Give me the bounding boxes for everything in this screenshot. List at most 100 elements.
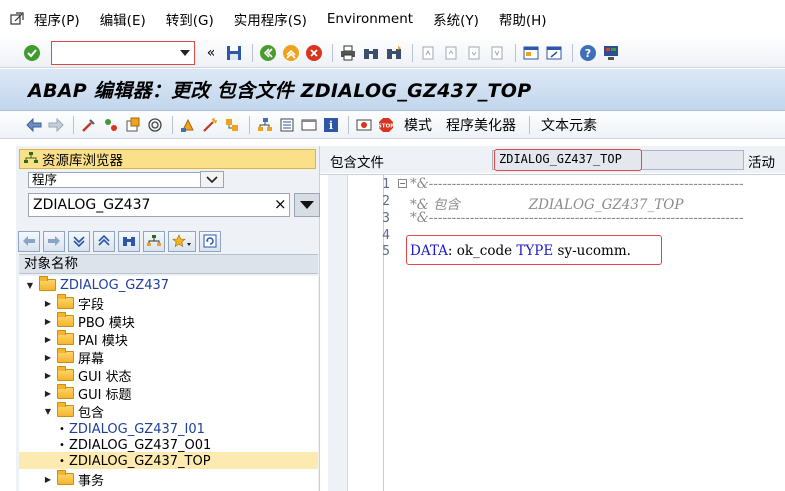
next-page-icon[interactable]: [464, 43, 484, 63]
tree-node-label: ZDIALOG_GZ437: [60, 277, 170, 293]
command-field[interactable]: [51, 40, 195, 65]
find-icon[interactable]: [361, 43, 381, 63]
tree-node-includes[interactable]: ▼ 包含: [43, 402, 104, 421]
menu-edit[interactable]: 编辑(E): [100, 9, 146, 29]
open-folder-icon: [57, 402, 74, 417]
object-type-select[interactable]: 程序: [28, 172, 214, 188]
object-type-dropdown-button[interactable]: [200, 171, 224, 188]
tree-node-label: 屏幕: [78, 351, 105, 367]
code-line-3: *&--------------------------------------…: [410, 210, 744, 226]
menu-help[interactable]: 帮助(H): [499, 9, 547, 29]
print-icon[interactable]: [338, 43, 358, 63]
display-change-icon[interactable]: [79, 115, 98, 134]
favorites-star-icon[interactable]: [168, 230, 196, 252]
hierarchy-icon[interactable]: [143, 230, 165, 252]
toolbar-separator: [332, 43, 333, 62]
object-name-input[interactable]: ZDIALOG_GZ437: [28, 193, 290, 217]
collapsed-triangle-icon[interactable]: ▶: [43, 299, 53, 308]
line-number: 2: [382, 194, 390, 209]
arrow-right-icon[interactable]: [46, 115, 65, 134]
toolbar-separator: [172, 115, 173, 134]
active-inactive-icon[interactable]: [101, 115, 120, 134]
enter-check-icon[interactable]: [22, 43, 42, 63]
expanded-triangle-icon[interactable]: ▼: [43, 407, 53, 416]
tree-node-screens[interactable]: ▶ 屏幕: [43, 348, 105, 367]
find-next-icon[interactable]: [384, 43, 404, 63]
repository-browser-title[interactable]: 资源库浏览器: [19, 149, 316, 169]
last-page-icon[interactable]: [487, 43, 507, 63]
previous-page-icon[interactable]: [441, 43, 461, 63]
back-icon[interactable]: [258, 43, 278, 63]
customize-layout-icon[interactable]: [601, 43, 621, 63]
menu-program[interactable]: 程序(P): [34, 9, 80, 29]
object-name-dropdown-button[interactable]: [294, 193, 320, 217]
hierarchy-icon[interactable]: [255, 115, 274, 134]
shortcut-icon[interactable]: [544, 43, 564, 63]
stop-icon[interactable]: STOP: [376, 115, 395, 134]
bullet-icon: •: [59, 439, 65, 451]
line-number: 5: [382, 244, 390, 259]
tree-node-gui-status[interactable]: ▶ GUI 状态: [43, 366, 132, 385]
arrow-left-icon[interactable]: [24, 115, 43, 134]
where-used-icon[interactable]: [222, 115, 241, 134]
new-session-icon[interactable]: [521, 43, 541, 63]
tree-node-root[interactable]: ▼ ZDIALOG_GZ437: [25, 276, 169, 294]
menu-utilities[interactable]: 实用程序(S): [234, 9, 307, 29]
navigation-window-icon[interactable]: [277, 115, 296, 134]
help-icon[interactable]: ?: [578, 43, 598, 63]
tree-node-gui-title[interactable]: ▶ GUI 标题: [43, 384, 132, 403]
check-syntax-icon[interactable]: [145, 115, 164, 134]
other-object-icon[interactable]: [123, 115, 142, 134]
tree-node-pbo-modules[interactable]: ▶ PBO 模块: [43, 312, 135, 331]
collapsed-triangle-icon[interactable]: ▶: [43, 389, 53, 398]
repository-browser: 资源库浏览器 程序 ZDIALOG_GZ437 × 对象名称 ▼ ZDIALOG…: [16, 146, 320, 491]
expanded-triangle-icon[interactable]: ▼: [25, 281, 35, 290]
fullscreen-icon[interactable]: [299, 115, 318, 134]
command-input[interactable]: [52, 41, 172, 64]
chevron-down-icon[interactable]: [180, 49, 190, 56]
tree-node-transactions[interactable]: ▶ 事务: [43, 470, 104, 489]
first-page-icon[interactable]: [418, 43, 438, 63]
collapsed-triangle-icon[interactable]: ▶: [43, 475, 53, 484]
tree-node-label: GUI 状态: [78, 369, 132, 385]
collapse-all-icon[interactable]: [93, 230, 115, 252]
browser-nav-toolbar: [18, 230, 224, 252]
cancel-icon[interactable]: [304, 43, 324, 63]
collapsed-triangle-icon[interactable]: ▶: [43, 353, 53, 362]
save-icon[interactable]: [224, 43, 244, 63]
expand-all-icon[interactable]: [68, 230, 90, 252]
tree-node-fields[interactable]: ▶ 字段: [43, 294, 104, 313]
forward-nav-icon[interactable]: [43, 230, 65, 252]
folder-icon: [57, 294, 74, 309]
back-nav-icon[interactable]: [18, 230, 40, 252]
info-icon[interactable]: i: [321, 115, 340, 134]
activate-icon[interactable]: [178, 115, 197, 134]
test-icon[interactable]: [200, 115, 219, 134]
breakpoint-icon[interactable]: [354, 115, 373, 134]
sap-gui-window: 程序(P) 编辑(E) 转到(G) 实用程序(S) Environment 系统…: [0, 0, 785, 491]
exit-up-icon[interactable]: [281, 43, 301, 63]
refresh-icon[interactable]: [199, 230, 221, 252]
menu-goto[interactable]: 转到(G): [166, 9, 214, 29]
text-elements-button[interactable]: 文本元素: [541, 115, 597, 135]
pattern-button[interactable]: 模式: [404, 115, 432, 135]
collapsed-triangle-icon[interactable]: ▶: [43, 317, 53, 326]
collapsed-triangle-icon[interactable]: ▶: [43, 371, 53, 380]
find-icon[interactable]: [118, 230, 140, 252]
editor-panel: 包含文件 ZDIALOG_GZ437_TOP 活动 1 2 3 4 5 − *&…: [320, 146, 785, 491]
collapse-block-icon[interactable]: −: [398, 179, 407, 188]
include-header-bar: 包含文件 ZDIALOG_GZ437_TOP 活动: [320, 146, 785, 173]
svg-text:STOP: STOP: [378, 123, 394, 129]
triangle-down-icon: [300, 201, 314, 209]
tree-node-pai-modules[interactable]: ▶ PAI 模块: [43, 330, 128, 349]
exit-icon[interactable]: [0, 12, 34, 26]
pretty-printer-button[interactable]: 程序美化器: [446, 115, 516, 135]
code-editor[interactable]: 1 2 3 4 5 − *&--------------------------…: [320, 174, 785, 491]
collapse-command-icon[interactable]: «: [201, 43, 221, 63]
toolbar-separator: [572, 43, 573, 62]
menu-system[interactable]: 系统(Y): [433, 9, 479, 29]
tree-node-include-top[interactable]: • ZDIALOG_GZ437_TOP: [59, 452, 211, 470]
clear-icon[interactable]: ×: [274, 195, 287, 213]
menu-environment[interactable]: Environment: [327, 11, 413, 27]
collapsed-triangle-icon[interactable]: ▶: [43, 335, 53, 344]
